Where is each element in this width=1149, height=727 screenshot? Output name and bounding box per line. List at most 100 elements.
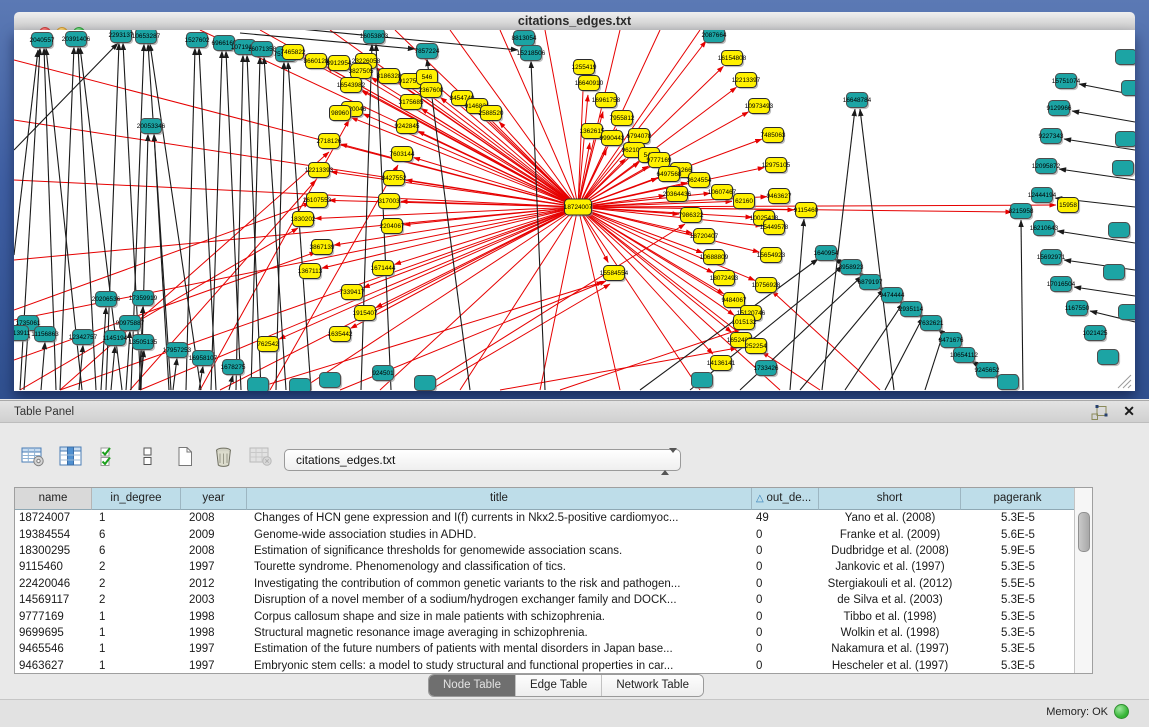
graph-node[interactable]: 20391406 <box>62 32 91 49</box>
graph-node[interactable]: 15654923 <box>757 248 786 265</box>
graph-node[interactable]: 3913911 <box>14 326 31 343</box>
table-row[interactable]: 1872400712008Changes of HCN gene express… <box>15 510 1075 526</box>
graph-node[interactable]: 16958107 <box>189 351 218 368</box>
graph-node[interactable]: 10973493 <box>745 99 774 116</box>
graph-node[interactable]: 16543982 <box>337 78 366 95</box>
table-row[interactable]: 969969511998Structural magnetic resonanc… <box>15 625 1075 641</box>
graph-node[interactable]: 16210643 <box>1030 221 1059 238</box>
graph-node[interactable]: 3175685 <box>399 95 424 112</box>
graph-node[interactable]: 15958 <box>1058 198 1081 215</box>
graph-node[interactable]: 15218506 <box>517 46 546 63</box>
graph-node[interactable]: 2935114 <box>899 302 924 319</box>
graph-node[interactable]: 3867139 <box>310 240 335 257</box>
graph-node[interactable] <box>248 378 271 392</box>
table-mode-button[interactable] <box>20 446 46 472</box>
graph-node[interactable]: 252254 <box>745 339 768 356</box>
graph-node[interactable]: 3624554 <box>687 173 712 190</box>
graph-node[interactable]: 10688809 <box>700 250 729 267</box>
graph-node[interactable]: 20364436 <box>663 187 692 204</box>
graph-node[interactable]: 1021425 <box>1083 326 1108 343</box>
graph-node[interactable] <box>998 375 1021 392</box>
create-column-button[interactable] <box>172 446 198 472</box>
graph-node[interactable]: 12444194 <box>1028 188 1057 205</box>
graph-node[interactable]: 1015132 <box>732 315 757 332</box>
delete-table-button[interactable] <box>248 446 274 472</box>
delete-column-button[interactable] <box>210 446 236 472</box>
graph-node[interactable]: 8660128 <box>304 54 329 71</box>
memory-status-icon[interactable] <box>1114 704 1129 719</box>
graph-node[interactable]: 1678275 <box>221 360 246 377</box>
column-header-year[interactable]: year <box>181 488 247 510</box>
graph-node[interactable]: 10607467 <box>708 185 737 202</box>
graph-node[interactable] <box>415 376 438 392</box>
graph-node[interactable]: 16961758 <box>592 93 621 110</box>
graph-node[interactable]: 16053803 <box>360 30 389 45</box>
graph-node[interactable] <box>1116 132 1136 149</box>
graph-node[interactable] <box>692 373 715 390</box>
graph-node[interactable]: 1915407 <box>353 306 378 323</box>
graph-node[interactable]: 9990443 <box>600 131 625 148</box>
graph-node[interactable]: 12095872 <box>1032 159 1061 176</box>
graph-node[interactable]: 1527602 <box>185 33 210 50</box>
graph-node[interactable]: 2204067 <box>380 219 405 236</box>
tab-network-table[interactable]: Network Table <box>602 675 703 696</box>
column-header-name[interactable]: name <box>15 488 92 510</box>
graph-node[interactable]: 6497568 <box>657 167 682 184</box>
graph-node[interactable]: 7465822 <box>281 45 306 62</box>
graph-node[interactable]: 317003 <box>378 194 401 211</box>
graph-node[interactable]: 2718126 <box>317 134 342 151</box>
column-header-title[interactable]: title <box>247 488 752 510</box>
graph-node[interactable]: 16107553 <box>303 193 332 210</box>
graph-node[interactable] <box>290 379 313 392</box>
graph-node[interactable]: 18724007 <box>564 199 593 217</box>
table-row[interactable]: 1456911722003Disruption of a novel membe… <box>15 592 1075 608</box>
graph-node[interactable]: 1167550 <box>1065 301 1090 318</box>
graph-node[interactable]: 16640910 <box>575 76 604 93</box>
resize-grip-icon[interactable] <box>1128 385 1131 388</box>
graph-node[interactable]: 15692971 <box>1037 250 1066 267</box>
graph-node[interactable]: 11156863 <box>31 327 59 344</box>
graph-node[interactable]: 12213393 <box>305 163 334 180</box>
graph-node[interactable] <box>1122 81 1136 98</box>
table-scrollbar-thumb[interactable] <box>1078 512 1090 552</box>
column-header-outde[interactable]: △ out_de... <box>752 488 819 510</box>
table-scrollbar[interactable] <box>1074 488 1092 673</box>
graph-node[interactable]: 9242845 <box>395 119 420 136</box>
graph-node[interactable]: 2040557 <box>30 33 55 50</box>
graph-node[interactable]: 12975105 <box>762 158 791 175</box>
column-header-short[interactable]: short <box>819 488 961 510</box>
float-panel-icon[interactable] <box>1091 405 1109 421</box>
tab-node-table[interactable]: Node Table <box>429 675 516 696</box>
graph-node[interactable]: 9474444 <box>880 288 905 305</box>
table-row[interactable]: 977716911998Corpus callosum shape and si… <box>15 608 1075 624</box>
graph-node[interactable]: 1255419 <box>572 60 597 77</box>
graph-node[interactable]: 17016504 <box>1047 277 1076 294</box>
graph-node[interactable]: 14136141 <box>707 356 736 373</box>
table-row[interactable]: 911546021997Tourette syndrome. Phenomeno… <box>15 559 1075 575</box>
graph-node[interactable] <box>1104 265 1127 282</box>
graph-node[interactable]: 12342757 <box>69 330 98 347</box>
graph-node[interactable] <box>1098 350 1121 367</box>
graph-node[interactable]: 9227343 <box>1039 129 1064 146</box>
graph-node[interactable]: 8427552 <box>382 171 407 188</box>
column-header-pagerank[interactable]: pagerank <box>961 488 1075 510</box>
graph-node[interactable]: 15751074 <box>1052 74 1081 91</box>
graph-node[interactable]: 1733426 <box>754 361 779 378</box>
graph-node[interactable]: 924501 <box>372 366 395 383</box>
graph-node[interactable]: 2367608 <box>419 83 444 100</box>
graph-node[interactable]: 8813054 <box>512 31 537 48</box>
table-select-dropdown[interactable]: citations_edges.txt <box>284 449 681 471</box>
graph-node[interactable]: 7986322 <box>679 208 704 225</box>
graph-node[interactable]: 18720407 <box>690 229 719 246</box>
graph-node[interactable]: 62160 <box>734 194 757 211</box>
table-row[interactable]: 946554611997Estimation of the future num… <box>15 641 1075 657</box>
graph-node[interactable]: 2293137 <box>109 30 134 44</box>
graph-node[interactable]: 1145194 <box>103 331 128 348</box>
graph-node[interactable]: 9245652 <box>975 363 1000 380</box>
graph-node[interactable]: 7339417 <box>340 285 365 302</box>
graph-node[interactable]: 15584554 <box>600 266 629 283</box>
table-row[interactable]: 2242004622012Investigating the contribut… <box>15 576 1075 592</box>
graph-node[interactable]: 8958923 <box>839 260 864 277</box>
graph-node[interactable]: 762542 <box>257 337 280 354</box>
graph-node[interactable]: 7857224 <box>415 44 440 61</box>
